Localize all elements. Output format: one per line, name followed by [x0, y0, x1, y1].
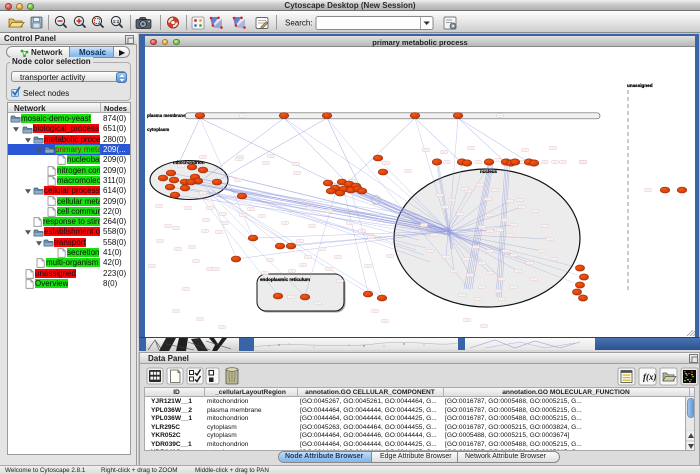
svg-text:f(x): f(x) [643, 372, 657, 382]
svg-text:mitochondrion: mitochondrion [173, 160, 205, 165]
svg-text:endoplasmic reticulum: endoplasmic reticulum [260, 277, 310, 282]
svg-text:nucleus: nucleus [480, 169, 498, 174]
svg-text:unassigned: unassigned [627, 83, 653, 88]
svg-text:plasma membrane: plasma membrane [147, 113, 186, 118]
svg-text:Search:: Search: [285, 19, 313, 28]
svg-text:cytoplasm: cytoplasm [147, 127, 169, 132]
svg-text:1:1: 1:1 [113, 19, 120, 24]
